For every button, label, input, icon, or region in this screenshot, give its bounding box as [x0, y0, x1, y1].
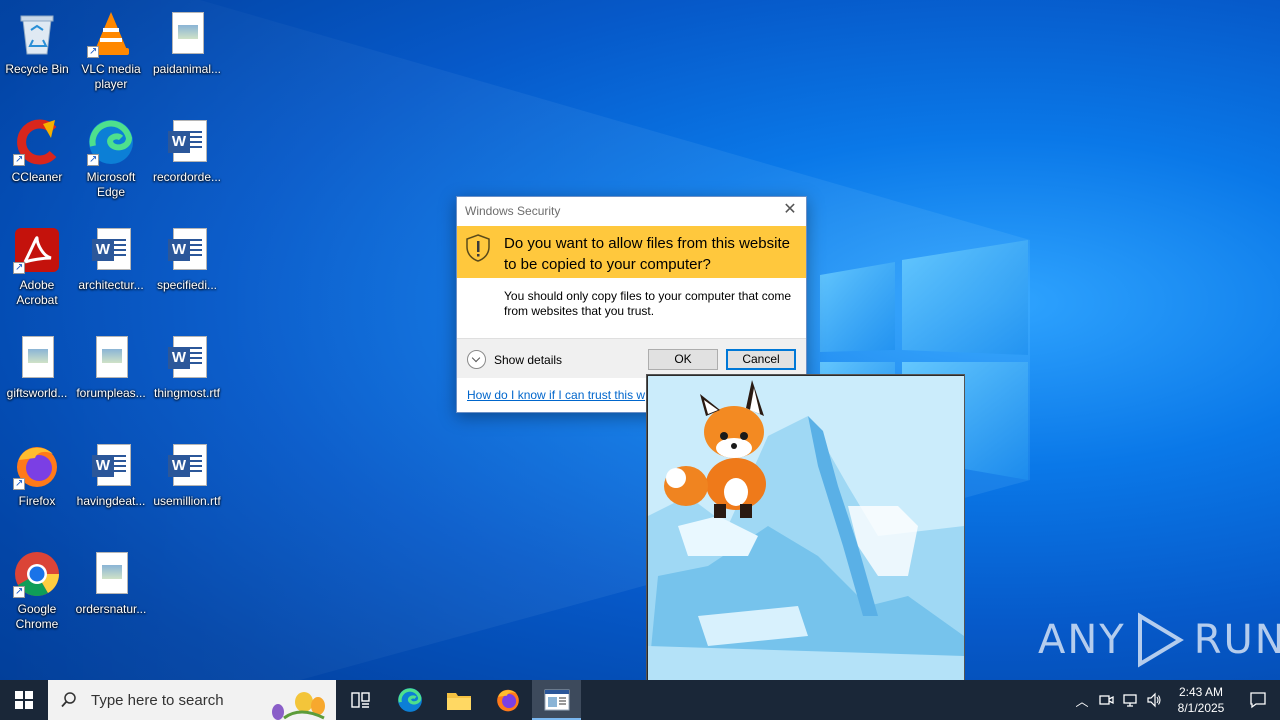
icon-label: CCleaner	[11, 170, 63, 184]
dialog-button-row: Show details OK Cancel	[457, 338, 806, 378]
image-file-icon	[13, 334, 61, 382]
play-icon	[1137, 612, 1184, 668]
clock-date: 8/1/2025	[1177, 701, 1225, 715]
show-details-toggle[interactable]: Show details	[467, 350, 562, 369]
dialog-titlebar: Windows Security ✕	[457, 197, 806, 226]
icon-label: Recycle Bin	[5, 62, 69, 76]
desktop-icon-vlc[interactable]: VLC media player	[74, 4, 148, 104]
desktop-icon-specifiedi[interactable]: W specifiedi...	[150, 220, 224, 320]
dialog-body: You should only copy files to your compu…	[504, 289, 792, 318]
taskbar-file-explorer[interactable]	[434, 680, 483, 720]
taskbar-edge[interactable]	[385, 680, 434, 720]
icon-label: usemillion.rtf	[153, 494, 221, 508]
edge-icon	[397, 688, 422, 712]
fox-pixel-art	[648, 376, 964, 680]
icon-label: architectur...	[78, 278, 144, 292]
desktop-icon-recycle-bin[interactable]: Recycle Bin	[0, 4, 74, 104]
icon-label: thingmost.rtf	[153, 386, 221, 400]
chrome-icon	[13, 550, 61, 599]
acrobat-icon	[13, 226, 61, 275]
show-details-label: Show details	[494, 352, 563, 367]
icon-label: specifiedi...	[156, 278, 218, 292]
warning-banner: Do you want to allow files from this web…	[457, 226, 806, 278]
warning-shield-icon	[466, 234, 490, 262]
task-view-icon	[350, 692, 370, 708]
word-doc-icon: W	[163, 334, 211, 382]
word-doc-icon: W	[87, 226, 135, 274]
system-tray: ︿ 2:43 AM 8/1/2025	[1070, 680, 1280, 720]
desktop-icon-forumpleas[interactable]: forumpleas...	[74, 328, 148, 428]
notifications-button[interactable]	[1236, 680, 1280, 720]
search-placeholder: Type here to search	[91, 691, 224, 709]
image-file-icon	[87, 334, 135, 382]
desktop-icon-usemillion[interactable]: W usemillion.rtf	[150, 436, 224, 536]
icon-label: Google Chrome	[15, 602, 59, 631]
chevron-up-icon[interactable]: ︿	[1070, 680, 1094, 720]
fox-image-window[interactable]	[646, 374, 965, 691]
watermark-left-text: ANY	[1038, 617, 1126, 663]
icon-label: ordersnatur...	[75, 602, 147, 616]
desktop-icon-giftsworld[interactable]: giftsworld...	[0, 328, 74, 428]
word-doc-icon: W	[87, 442, 135, 490]
window-app-icon	[544, 689, 569, 711]
desktop-icon-acrobat[interactable]: Adobe Acrobat	[0, 220, 74, 320]
vlc-icon	[87, 10, 135, 59]
windows-icon	[15, 691, 33, 709]
ccleaner-icon	[13, 118, 61, 167]
ok-button[interactable]: OK	[648, 349, 718, 370]
search-highlight-flowers-icon	[272, 692, 325, 720]
desktop-icon-ccleaner[interactable]: CCleaner	[0, 112, 74, 212]
desktop-icon-firefox[interactable]: Firefox	[0, 436, 74, 536]
dialog-title: Windows Security	[465, 204, 561, 218]
recycle-bin-icon	[13, 10, 61, 58]
desktop-icon-havingdeat[interactable]: W havingdeat...	[74, 436, 148, 536]
firefox-icon	[13, 442, 61, 491]
word-doc-icon: W	[163, 118, 211, 166]
icon-label: Adobe Acrobat	[16, 278, 58, 307]
icon-label: Firefox	[18, 494, 56, 508]
anyrun-watermark: ANY RUN	[1038, 610, 1280, 670]
edge-icon	[87, 118, 135, 167]
image-file-icon	[87, 550, 135, 598]
word-doc-icon: W	[163, 226, 211, 274]
watermark-right-text: RUN	[1193, 617, 1280, 663]
desktop-icon-paidanimal[interactable]: paidanimal...	[150, 4, 224, 104]
icon-label: forumpleas...	[76, 386, 146, 400]
desktop-icon-chrome[interactable]: Google Chrome	[0, 544, 74, 644]
word-doc-icon: W	[163, 442, 211, 490]
notification-icon	[1250, 692, 1266, 709]
desktop-icon-thingmost[interactable]: W thingmost.rtf	[150, 328, 224, 428]
icon-label: Microsoft Edge	[86, 170, 136, 199]
desktop-icon-edge[interactable]: Microsoft Edge	[74, 112, 148, 212]
taskbar: Type here to search ︿ 2:43 AM 8/1/2025	[0, 680, 1280, 720]
task-view-button[interactable]	[336, 680, 385, 720]
close-icon[interactable]: ✕	[782, 202, 798, 220]
desktop-icon-recordorde[interactable]: W recordorde...	[150, 112, 224, 212]
search-icon	[61, 692, 76, 708]
folder-icon	[446, 693, 471, 710]
taskbar-search[interactable]: Type here to search	[48, 680, 336, 720]
meet-now-icon[interactable]	[1094, 680, 1118, 720]
start-button[interactable]	[0, 680, 48, 720]
chevron-down-icon	[467, 350, 486, 369]
volume-icon[interactable]	[1142, 680, 1166, 720]
clock-time: 2:43 AM	[1178, 685, 1224, 699]
icon-label: recordorde...	[152, 170, 222, 184]
taskbar-clock[interactable]: 2:43 AM 8/1/2025	[1166, 684, 1236, 716]
cancel-button[interactable]: Cancel	[726, 349, 796, 370]
network-icon[interactable]	[1118, 680, 1142, 720]
desktop-icon-architectur[interactable]: W architectur...	[74, 220, 148, 320]
image-file-icon	[163, 10, 211, 58]
taskbar-active-window[interactable]	[532, 680, 581, 720]
icon-label: giftsworld...	[6, 386, 68, 400]
taskbar-firefox[interactable]	[483, 680, 532, 720]
fox-artwork	[648, 376, 964, 680]
desktop-icon-ordersnatur[interactable]: ordersnatur...	[74, 544, 148, 644]
dialog-question: Do you want to allow files from this web…	[504, 235, 790, 273]
icon-label: paidanimal...	[152, 62, 222, 76]
firefox-icon	[496, 689, 519, 712]
icon-label: VLC media player	[81, 62, 141, 91]
icon-label: havingdeat...	[76, 494, 146, 508]
